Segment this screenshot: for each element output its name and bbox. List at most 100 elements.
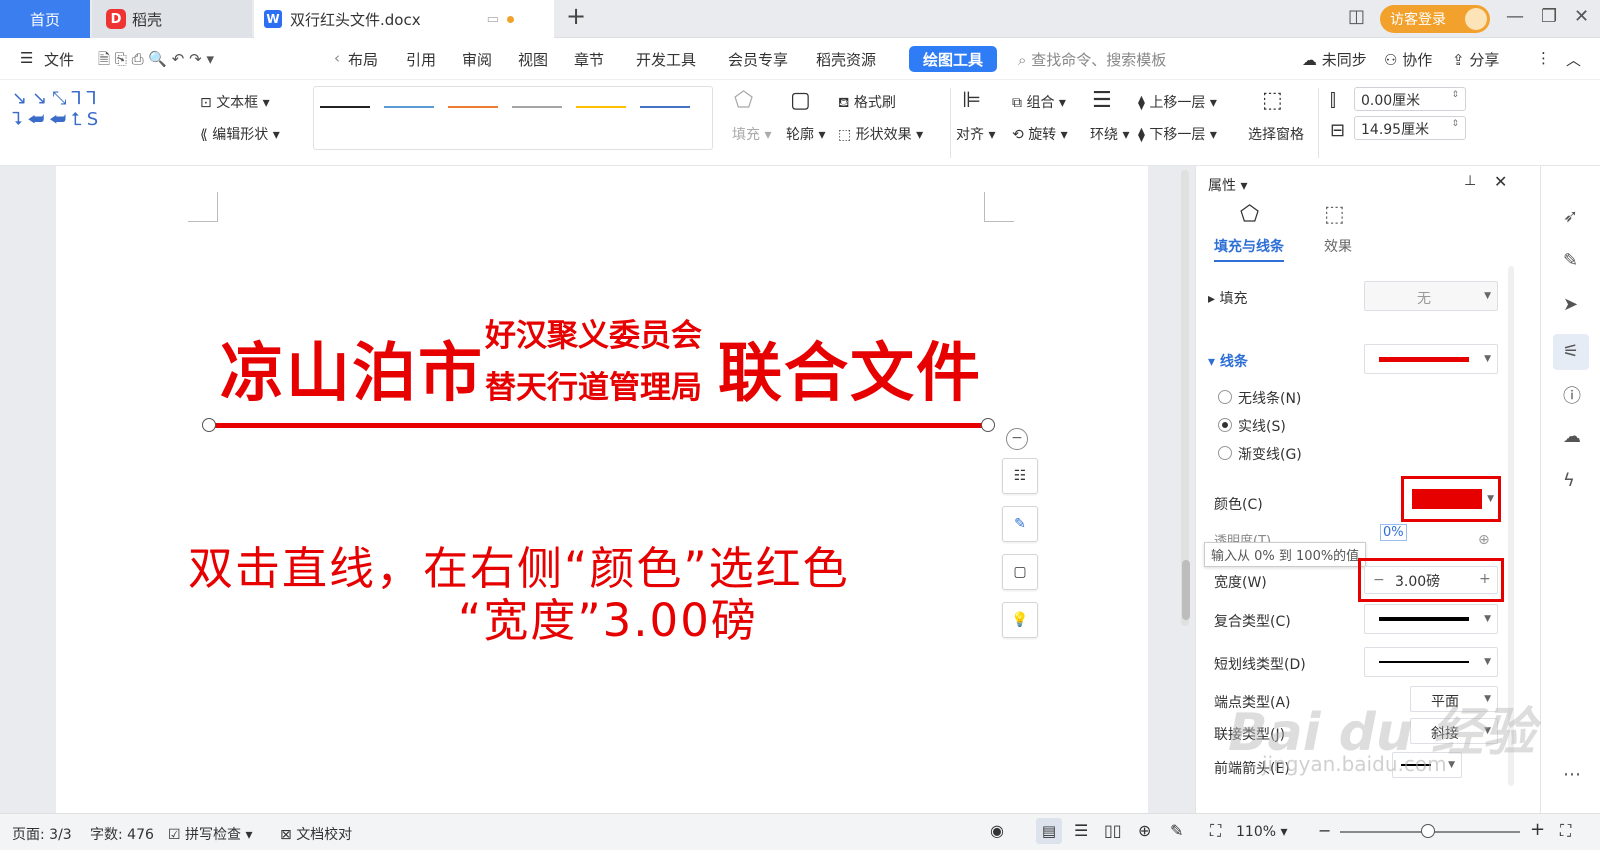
line-style-5[interactable] [576, 106, 626, 108]
tab-fill-line[interactable]: 填充与线条 [1214, 236, 1284, 262]
proofread-button[interactable]: ⊠ 文档校对 [280, 824, 352, 844]
height-spinner-icon[interactable]: ⇕ [1451, 90, 1459, 100]
panel-title[interactable]: 属性 ▾ [1208, 175, 1247, 195]
tab-drawing-tools[interactable]: 绘图工具 [909, 46, 997, 72]
menu-review[interactable]: 审阅 [462, 49, 492, 70]
line-style-4[interactable] [512, 106, 562, 108]
outline-float-icon[interactable]: ▢ [1002, 554, 1038, 590]
reading-view-icon[interactable]: ▯▯ [1104, 821, 1122, 840]
transparency-plus-icon[interactable]: ⊕ [1478, 532, 1490, 548]
menu-view[interactable]: 视图 [518, 49, 548, 70]
cursor-icon[interactable]: ➤ [1563, 294, 1578, 315]
write-view-icon[interactable]: ✎ [1170, 821, 1183, 840]
menu-icon[interactable]: ☰ [20, 49, 33, 67]
collapse-ribbon-icon[interactable]: ︿ [1566, 49, 1581, 70]
select-pane-button[interactable]: 选择窗格 [1248, 124, 1304, 144]
line-style-2[interactable] [384, 106, 434, 108]
dash-dropdown[interactable]: ▼ [1364, 647, 1498, 677]
visitor-login-button[interactable]: 访客登录 [1380, 5, 1490, 33]
minimize-icon[interactable]: — [1506, 6, 1524, 27]
wrap-button[interactable]: 环绕 ▾ [1090, 124, 1129, 144]
pen-icon[interactable]: ✎ [1563, 250, 1578, 271]
tab-daoke[interactable]: D 稻壳 [92, 0, 252, 38]
line-style-6[interactable] [640, 106, 690, 108]
zoom-slider-knob[interactable] [1421, 824, 1435, 838]
line-style-3[interactable] [448, 106, 498, 108]
line-start-handle[interactable] [202, 418, 216, 432]
format-brush-float-icon[interactable]: ✎ [1002, 506, 1038, 542]
zoom-out-icon[interactable]: − [1318, 821, 1331, 840]
share-button[interactable]: ⇪ 分享 [1452, 49, 1499, 70]
fill-button[interactable]: 填充 ▾ [732, 124, 771, 144]
width-spinner-icon[interactable]: ⇕ [1451, 119, 1459, 129]
spell-check-button[interactable]: ☑ 拼写检查 ▾ [168, 824, 253, 844]
tab-document[interactable]: W 双行红头文件.docx ▭ [254, 0, 554, 38]
bring-forward-button[interactable]: ⧫ 上移一层 ▾ [1138, 92, 1217, 112]
lightning-icon[interactable]: ϟ [1563, 470, 1575, 491]
more-dots-icon[interactable]: ⋯ [1563, 764, 1581, 785]
menu-member[interactable]: 会员专享 [728, 49, 788, 70]
tab-home[interactable]: 首页 [0, 0, 90, 38]
format-brush-button[interactable]: ⛾ 格式刷 [838, 92, 896, 113]
radio-solid-line[interactable] [1218, 418, 1232, 432]
rocket-icon[interactable]: ➶ [1563, 206, 1578, 227]
zoom-level[interactable]: 110% ▾ [1236, 824, 1288, 840]
transparency-value[interactable]: 0% [1380, 524, 1407, 541]
restore-icon[interactable]: ❐ [1541, 6, 1557, 27]
close-window-icon[interactable]: ✕ [1574, 6, 1589, 27]
help-icon[interactable]: ⓘ [1563, 382, 1581, 408]
page-view-icon[interactable]: ▤ [1036, 818, 1062, 844]
line-style-1[interactable] [320, 106, 370, 108]
page-count[interactable]: 页面: 3/3 [12, 824, 72, 844]
rotate-button[interactable]: ⟲ 旋转 ▾ [1012, 124, 1068, 144]
layout-icon[interactable]: ◫ [1348, 6, 1365, 27]
outline-button[interactable]: 轮廓 ▾ [786, 124, 825, 144]
line-style-gallery[interactable] [313, 86, 713, 150]
smart-tip-icon[interactable]: 💡 [1002, 602, 1038, 638]
menu-daoke-resources[interactable]: 稻壳资源 [816, 49, 876, 70]
document-scrollbar[interactable] [1181, 170, 1189, 626]
menu-file[interactable]: 文件 [44, 49, 74, 70]
word-count[interactable]: 字数: 476 [90, 824, 154, 844]
align-button[interactable]: 对齐 ▾ [956, 124, 995, 144]
menu-chapter[interactable]: 章节 [574, 49, 604, 70]
line-section[interactable]: ▾ 线条 [1208, 351, 1248, 371]
more-icon[interactable]: ⋮ [1536, 49, 1551, 67]
properties-toggle-icon[interactable]: ⚟ [1553, 334, 1589, 370]
menu-references[interactable]: 引用 [406, 49, 436, 70]
compound-dropdown[interactable]: ▼ [1364, 604, 1498, 634]
document-page[interactable] [56, 166, 1148, 813]
fill-dropdown[interactable]: 无 ▼ [1364, 281, 1498, 311]
fullscreen-icon[interactable]: ⛶ [1560, 821, 1571, 841]
red-line-shape[interactable] [208, 423, 988, 428]
edit-shape-button[interactable]: ⟪ 编辑形状 ▾ [200, 124, 280, 144]
new-tab-icon[interactable]: + [566, 2, 586, 30]
radio-gradient-line[interactable] [1218, 446, 1232, 460]
radio-no-line[interactable] [1218, 390, 1232, 404]
web-view-icon[interactable]: ⊕ [1138, 821, 1151, 840]
pin-icon[interactable]: ⊥ [1464, 173, 1476, 189]
fit-page-icon[interactable]: ⛶ [1210, 821, 1221, 841]
menu-layout[interactable]: 布局 [348, 49, 378, 70]
close-panel-icon[interactable]: ✕ [1494, 172, 1507, 191]
line-color-preview-dropdown[interactable]: ▼ [1364, 344, 1498, 374]
line-shapes-gallery[interactable]: ↘↘⤡⅂⅂ ⮧⮨⮨⮤S [12, 88, 103, 130]
sync-button[interactable]: ☁ 未同步 [1302, 49, 1367, 70]
backup-icon[interactable]: ☁ [1563, 426, 1581, 447]
menu-developer[interactable]: 开发工具 [636, 49, 696, 70]
send-backward-button[interactable]: ⧫ 下移一层 ▾ [1138, 124, 1217, 144]
textbox-button[interactable]: ⊡ 文本框 ▾ [200, 92, 270, 112]
group-button[interactable]: ⧉ 组合 ▾ [1012, 92, 1066, 112]
fill-section[interactable]: ▸ 填充 [1208, 288, 1247, 308]
scroll-left-icon[interactable]: ‹ [334, 49, 340, 67]
height-input[interactable]: 0.00厘米 ⇕ [1354, 87, 1466, 111]
outline-view-icon[interactable]: ☰ [1074, 821, 1088, 840]
collab-button[interactable]: ⚇ 协作 [1384, 49, 1432, 70]
width-input[interactable]: 14.95厘米 ⇕ [1354, 116, 1466, 140]
screen-icon[interactable]: ▭ [487, 12, 499, 27]
collapse-float-icon[interactable]: − [1006, 428, 1028, 450]
zoom-in-icon[interactable]: + [1530, 819, 1545, 840]
eye-protection-icon[interactable]: ◉ [990, 821, 1004, 840]
quick-access-icons[interactable]: 🗎 ⎘ ⎙ 🔍 ↶ ↷ ▾ [98, 49, 214, 74]
tab-effect[interactable]: 效果 [1324, 236, 1352, 256]
